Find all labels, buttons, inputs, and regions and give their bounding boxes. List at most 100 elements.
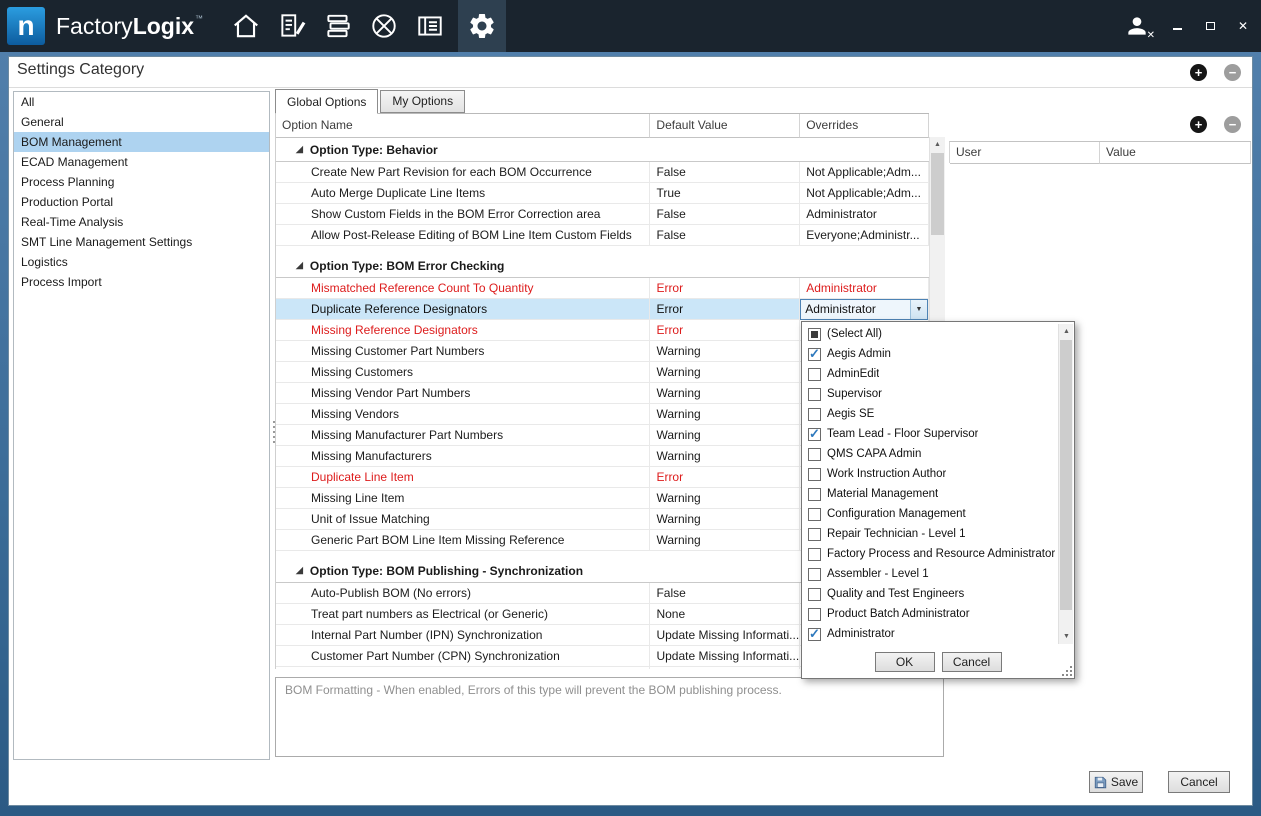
column-header-option-name[interactable]: Option Name (276, 114, 650, 138)
role-option[interactable]: Quality and Test Engineers (803, 584, 1057, 604)
sidebar-item-bom-management[interactable]: BOM Management (14, 132, 269, 152)
role-option[interactable]: Repair Technician - Level 1 (803, 524, 1057, 544)
popup-scrollbar[interactable]: ▲ ▼ (1058, 324, 1073, 644)
option-row[interactable]: Create New Part Revision for each BOM Oc… (276, 162, 929, 183)
role-option[interactable]: (Select All) (803, 324, 1057, 344)
process-definition-icon[interactable] (274, 0, 310, 52)
role-option[interactable]: Factory Process and Resource Administrat… (803, 544, 1057, 564)
library-icon[interactable] (320, 0, 356, 52)
home-icon[interactable] (228, 0, 264, 52)
role-option[interactable]: Work Instruction Author (803, 464, 1057, 484)
option-row[interactable]: Auto Merge Duplicate Line ItemsTrueNot A… (276, 183, 929, 204)
sidebar-item-smt-line-management-settings[interactable]: SMT Line Management Settings (14, 232, 269, 252)
scroll-thumb[interactable] (931, 153, 944, 235)
checkbox-unchecked[interactable] (808, 548, 821, 561)
role-option[interactable]: ✓Aegis Admin (803, 344, 1057, 364)
role-option[interactable]: Configuration Management (803, 504, 1057, 524)
collapse-icon[interactable]: ◢ (296, 260, 303, 271)
option-row[interactable]: Allow Post-Release Editing of BOM Line I… (276, 225, 929, 246)
role-option-label: Factory Process and Resource Administrat… (827, 548, 1055, 560)
sidebar-item-real-time-analysis[interactable]: Real-Time Analysis (14, 212, 269, 232)
sidebar-item-process-import[interactable]: Process Import (14, 272, 269, 292)
checkbox-unchecked[interactable] (808, 488, 821, 501)
save-button[interactable]: Save (1089, 771, 1143, 793)
settings-panel: Settings Category + − AllGeneralBOM Mana… (8, 56, 1253, 806)
checkbox-unchecked[interactable] (808, 468, 821, 481)
sidebar-item-logistics[interactable]: Logistics (14, 252, 269, 272)
option-default-value: Warning (650, 341, 800, 362)
role-option[interactable]: Assembler - Level 1 (803, 564, 1057, 584)
combo-value: Administrator (801, 300, 910, 319)
add-override-button[interactable]: + (1190, 116, 1207, 133)
factorylogix-window: n FactoryLogix™ (0, 0, 1261, 816)
settings-category-list: AllGeneralBOM ManagementECAD ManagementP… (13, 91, 270, 760)
logout-user-icon[interactable]: ✕ (1122, 11, 1152, 41)
close-button[interactable]: ✕ (1235, 18, 1251, 34)
production-icon[interactable] (366, 0, 402, 52)
minimize-button[interactable] (1169, 18, 1185, 34)
popup-ok-button[interactable]: OK (875, 652, 935, 672)
sidebar-item-process-planning[interactable]: Process Planning (14, 172, 269, 192)
tab-global-options[interactable]: Global Options (275, 89, 378, 114)
popup-scroll-down-arrow[interactable]: ▼ (1059, 629, 1074, 644)
sidebar-item-production-portal[interactable]: Production Portal (14, 192, 269, 212)
combo-dropdown-button[interactable]: ▼ (910, 300, 927, 319)
column-header-user[interactable]: User (950, 142, 1100, 164)
checkbox-unchecked[interactable] (808, 448, 821, 461)
group-header[interactable]: ◢Option Type: Behavior (276, 138, 929, 162)
checkbox-unchecked[interactable] (808, 568, 821, 581)
reports-icon[interactable] (412, 0, 448, 52)
checkbox-checked[interactable]: ✓ (808, 348, 821, 361)
tab-my-options[interactable]: My Options (380, 90, 465, 113)
group-header[interactable]: ◢Option Type: BOM Error Checking (276, 254, 929, 278)
overrides-combobox[interactable]: Administrator▼ (800, 299, 928, 320)
popup-scroll-up-arrow[interactable]: ▲ (1059, 324, 1074, 339)
role-option[interactable]: AdminEdit (803, 364, 1057, 384)
check-icon: ✓ (809, 346, 820, 362)
checkbox-unchecked[interactable] (808, 588, 821, 601)
resize-grip-icon[interactable] (1062, 666, 1072, 676)
checkbox-unchecked[interactable] (808, 608, 821, 621)
option-overrides: Administrator (800, 204, 929, 225)
column-header-default-value[interactable]: Default Value (650, 114, 800, 138)
option-row[interactable]: Duplicate Reference DesignatorsErrorAdmi… (276, 299, 929, 320)
checkbox-checked[interactable]: ✓ (808, 628, 821, 641)
role-option[interactable]: QMS CAPA Admin (803, 444, 1057, 464)
role-option[interactable]: ✓Team Lead - Floor Supervisor (803, 424, 1057, 444)
scroll-up-arrow[interactable]: ▲ (930, 137, 945, 152)
checkbox-unchecked[interactable] (808, 508, 821, 521)
sidebar-item-all[interactable]: All (14, 92, 269, 112)
column-header-value[interactable]: Value (1100, 142, 1251, 164)
option-row[interactable]: Mismatched Reference Count To QuantityEr… (276, 278, 929, 299)
settings-icon[interactable] (458, 0, 506, 52)
logo-letter: n (17, 10, 34, 42)
role-option[interactable]: Material Management (803, 484, 1057, 504)
checkbox-unchecked[interactable] (808, 368, 821, 381)
checkbox-checked[interactable]: ✓ (808, 428, 821, 441)
checkbox-unchecked[interactable] (808, 408, 821, 421)
option-overrides: Not Applicable;Adm... (800, 162, 929, 183)
collapse-icon[interactable]: ◢ (296, 144, 303, 155)
role-option[interactable]: Supervisor (803, 384, 1057, 404)
cancel-button[interactable]: Cancel (1168, 771, 1230, 793)
remove-category-button[interactable]: − (1224, 64, 1241, 81)
role-option[interactable]: Product Batch Administrator (803, 604, 1057, 624)
column-header-overrides[interactable]: Overrides (800, 114, 929, 138)
role-option[interactable]: Aegis SE (803, 404, 1057, 424)
role-option[interactable]: ✓Administrator (803, 624, 1057, 644)
option-name: Vendor Part Number (VPN) Synchronization (276, 667, 650, 669)
checkbox-unchecked[interactable] (808, 388, 821, 401)
option-default-value: True (650, 183, 800, 204)
checkbox-indeterminate[interactable] (808, 328, 821, 341)
app-logo[interactable]: n (7, 7, 45, 45)
checkbox-unchecked[interactable] (808, 528, 821, 541)
sidebar-item-general[interactable]: General (14, 112, 269, 132)
popup-cancel-button[interactable]: Cancel (942, 652, 1002, 672)
option-row[interactable]: Show Custom Fields in the BOM Error Corr… (276, 204, 929, 225)
remove-override-button[interactable]: − (1224, 116, 1241, 133)
collapse-icon[interactable]: ◢ (296, 565, 303, 576)
sidebar-item-ecad-management[interactable]: ECAD Management (14, 152, 269, 172)
restore-button[interactable] (1202, 18, 1218, 34)
popup-scroll-thumb[interactable] (1060, 340, 1072, 610)
add-category-button[interactable]: + (1190, 64, 1207, 81)
